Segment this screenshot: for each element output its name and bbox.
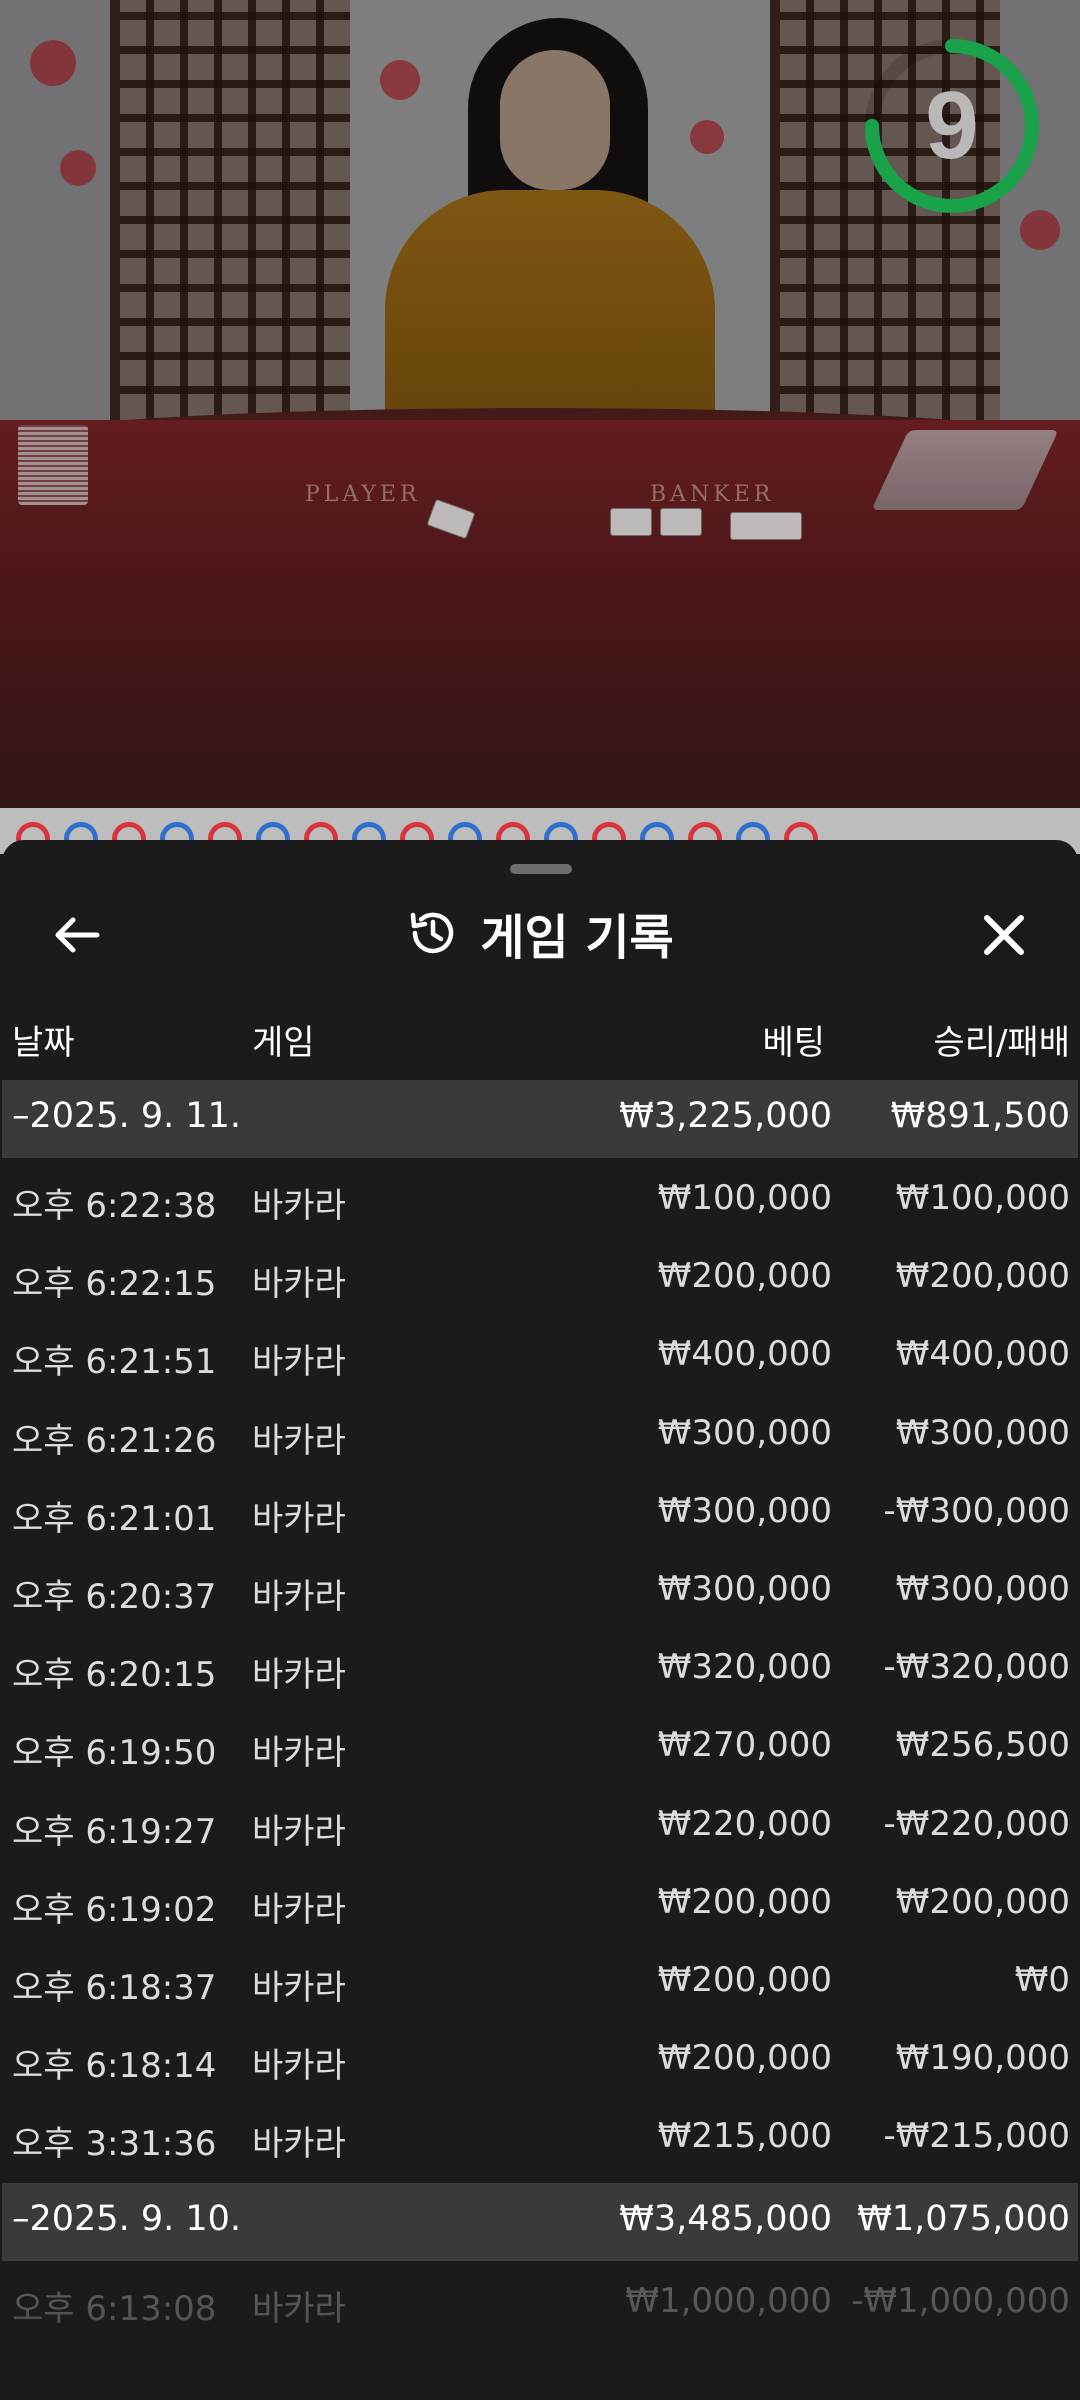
date-group-total-bet: ₩3,225,000 [619,1096,832,1136]
row-time: 오후 6:21:51 [12,1342,217,1383]
column-header-bet: 베팅 [762,1023,825,1063]
row-bet: ₩270,000 [657,1725,832,1766]
row-game: 바카라 [252,1186,346,1226]
row-bet: ₩300,000 [657,1412,832,1453]
row-winloss: ₩100,000 [895,1178,1070,1218]
row-game: 바카라 [252,1733,346,1774]
row-winloss: ₩200,000 [895,1256,1070,1297]
row-game: 바카라 [252,1577,346,1617]
countdown-timer: 9 [862,36,1042,216]
row-bet: ₩300,000 [657,1569,832,1609]
row-time: 오후 6:20:37 [12,1577,217,1617]
row-time: 오후 3:31:36 [12,2124,217,2165]
row-time: 오후 6:18:14 [12,2046,217,2087]
live-dealer-video: PLAYER BANKER 9 [0,0,1080,810]
row-bet: ₩200,000 [657,1256,832,1297]
row-bet: ₩100,000 [657,1178,832,1218]
date-group-total-winloss: ₩891,500 [890,1096,1070,1136]
row-time: 오후 6:19:02 [12,1889,217,1930]
date-group-total-winloss: ₩1,075,000 [857,2198,1070,2239]
row-bet: ₩200,000 [657,1960,832,2000]
row-winloss: ₩300,000 [895,1569,1070,1609]
row-time: 오후 6:18:37 [12,1968,217,2008]
row-game: 바카라 [252,1420,346,1461]
game-history-sheet: 게임 기록 날짜 게임 베팅 승리/패배 –2025. 9. 11. ₩3,225… [2,840,1078,2400]
row-bet: ₩215,000 [657,2116,832,2157]
row-game: 바카라 [252,1342,346,1383]
row-game: 바카라 [252,1889,346,1930]
row-game: 바카라 [252,1811,346,1852]
row-bet: ₩320,000 [657,1647,832,1688]
list-fade-overlay [2,2280,1078,2400]
sheet-title: 게임 기록 [480,910,674,966]
row-winloss: -₩215,000 [883,2116,1071,2157]
row-game: 바카라 [252,1498,346,1539]
row-winloss: -₩220,000 [883,1803,1071,1844]
row-winloss: -₩300,000 [883,1490,1071,1531]
timer-value: 9 [925,72,979,179]
row-game: 바카라 [252,1655,346,1696]
row-winloss: ₩0 [1014,1960,1070,2000]
sheet-header: 게임 기록 [2,898,1078,968]
date-group-label: –2025. 9. 11. [12,1096,242,1136]
row-bet: ₩200,000 [657,1881,832,1922]
date-group-total-bet: ₩3,485,000 [619,2198,832,2239]
row-time: 오후 6:21:26 [12,1420,217,1461]
row-bet: ₩220,000 [657,1803,832,1844]
row-time: 오후 6:19:50 [12,1733,217,1774]
date-group-label: –2025. 9. 10. [12,2198,242,2239]
row-bet: ₩400,000 [657,1334,832,1375]
row-time: 오후 6:21:01 [12,1498,217,1539]
column-header-winloss: 승리/패배 [933,1023,1070,1063]
row-game: 바카라 [252,1264,346,1305]
column-header-game: 게임 [252,1023,315,1063]
history-icon [411,912,454,954]
date-group-header[interactable]: –2025. 9. 11. ₩3,225,000 ₩891,500 [2,1080,1078,1158]
row-winloss: ₩200,000 [895,1881,1070,1922]
close-icon [984,915,1024,955]
close-button[interactable] [969,900,1039,970]
row-time: 오후 6:22:38 [12,1186,217,1226]
row-game: 바카라 [252,1968,346,2008]
row-winloss: ₩256,500 [895,1725,1070,1766]
sheet-drag-handle[interactable] [510,864,572,874]
row-time: 오후 6:19:27 [12,1811,217,1852]
row-game: 바카라 [252,2046,346,2087]
row-time: 오후 6:22:15 [12,1264,217,1305]
row-game: 바카라 [252,2124,346,2165]
row-winloss: ₩190,000 [895,2038,1070,2079]
row-bet: ₩200,000 [657,2038,832,2079]
row-winloss: ₩300,000 [895,1412,1070,1453]
column-header-date: 날짜 [12,1023,75,1063]
row-bet: ₩300,000 [657,1490,832,1531]
row-winloss: ₩400,000 [895,1334,1070,1375]
row-winloss: -₩320,000 [883,1647,1071,1688]
row-time: 오후 6:20:15 [12,1655,217,1696]
date-group-header[interactable]: –2025. 9. 10. ₩3,485,000 ₩1,075,000 [2,2182,1078,2261]
